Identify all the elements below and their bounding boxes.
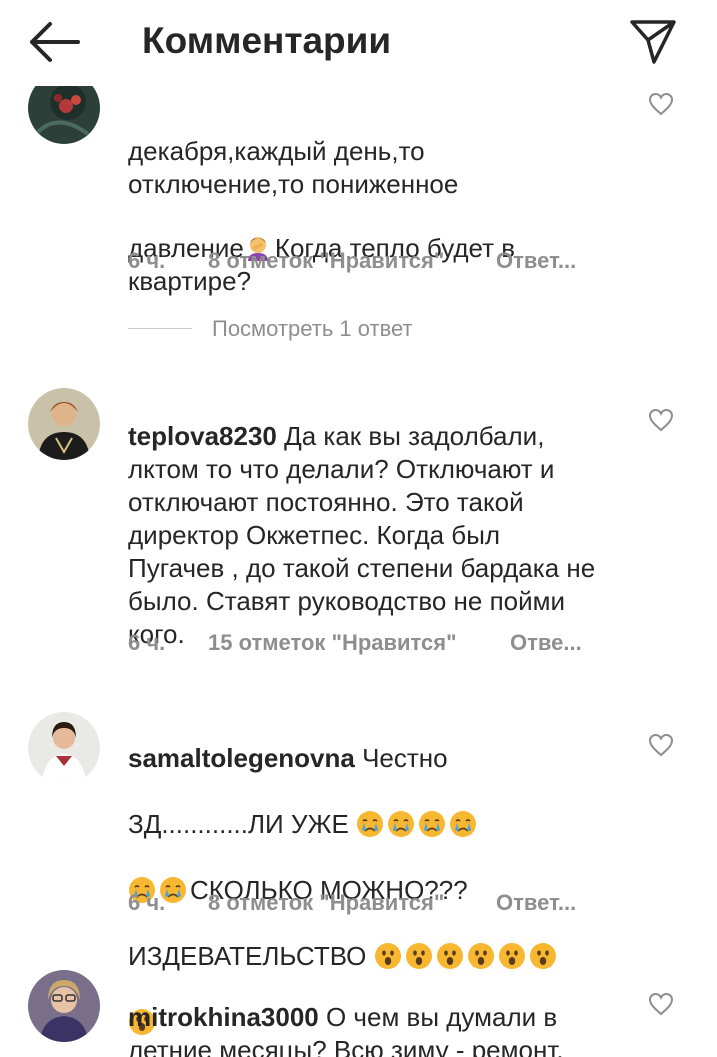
facepalm-emoji-icon bbox=[244, 201, 272, 261]
comment-text: mitrokhina3000 О чем вы думали в летние … bbox=[128, 1002, 564, 1057]
astonished-face-icon bbox=[374, 942, 402, 970]
crying-face-icon bbox=[387, 810, 415, 838]
astonished-face-icon bbox=[498, 942, 526, 970]
astonished-face-icon bbox=[529, 942, 557, 970]
comment-username[interactable]: samaltolegenovna bbox=[128, 743, 355, 773]
avatar[interactable] bbox=[28, 712, 100, 784]
comment-username[interactable]: mitrokhina3000 bbox=[128, 1002, 319, 1032]
comment-meta: 6 ч. 8 отметок "Нравится" Ответ... bbox=[128, 248, 576, 274]
back-button[interactable] bbox=[26, 20, 82, 64]
like-heart-icon[interactable] bbox=[648, 408, 674, 432]
comment-meta: 6 ч. 15 отметок "Нравится" Отве... bbox=[128, 630, 582, 656]
arrow-left-icon bbox=[30, 22, 80, 62]
likes-count-link[interactable]: 15 отметок "Нравится" bbox=[208, 630, 510, 656]
divider bbox=[128, 328, 192, 329]
crying-face-icon bbox=[356, 810, 384, 838]
reply-button[interactable]: Ответ... bbox=[496, 890, 576, 916]
reply-button[interactable]: Отве... bbox=[510, 630, 582, 656]
astonished-face-icon bbox=[436, 942, 464, 970]
avatar[interactable] bbox=[28, 388, 100, 460]
view-replies-button[interactable]: Посмотреть 1 ответ bbox=[128, 316, 528, 342]
reply-button[interactable]: Ответ... bbox=[496, 248, 576, 274]
likes-count-link[interactable]: 8 отметок "Нравится" bbox=[208, 248, 496, 274]
top-bar: Комментарии bbox=[0, 0, 717, 86]
comment-time: 6 ч. bbox=[128, 890, 166, 915]
comment-username[interactable]: teplova8230 bbox=[128, 421, 277, 451]
comments-feed[interactable]: декабря,каждый день,то отключение,то пон… bbox=[0, 0, 717, 1057]
view-replies-label: Посмотреть 1 ответ bbox=[212, 316, 413, 341]
paper-plane-icon bbox=[630, 20, 676, 64]
like-heart-icon[interactable] bbox=[648, 733, 674, 757]
comment-time: 6 ч. bbox=[128, 630, 166, 655]
astonished-face-icon bbox=[467, 942, 495, 970]
comment-time: 6 ч. bbox=[128, 248, 166, 273]
like-heart-icon[interactable] bbox=[648, 92, 674, 116]
likes-count-link[interactable]: 8 отметок "Нравится" bbox=[208, 890, 496, 916]
avatar[interactable] bbox=[28, 970, 100, 1042]
page-title: Комментарии bbox=[142, 20, 392, 61]
comment-meta: 6 ч. 8 отметок "Нравится" Ответ... bbox=[128, 890, 576, 916]
astonished-face-icon bbox=[405, 942, 433, 970]
crying-face-icon bbox=[449, 810, 477, 838]
share-button[interactable] bbox=[626, 14, 680, 68]
like-heart-icon[interactable] bbox=[648, 992, 674, 1016]
comment-text: teplova8230 Да как вы задолбали, лктом т… bbox=[128, 421, 596, 649]
crying-face-icon bbox=[418, 810, 446, 838]
